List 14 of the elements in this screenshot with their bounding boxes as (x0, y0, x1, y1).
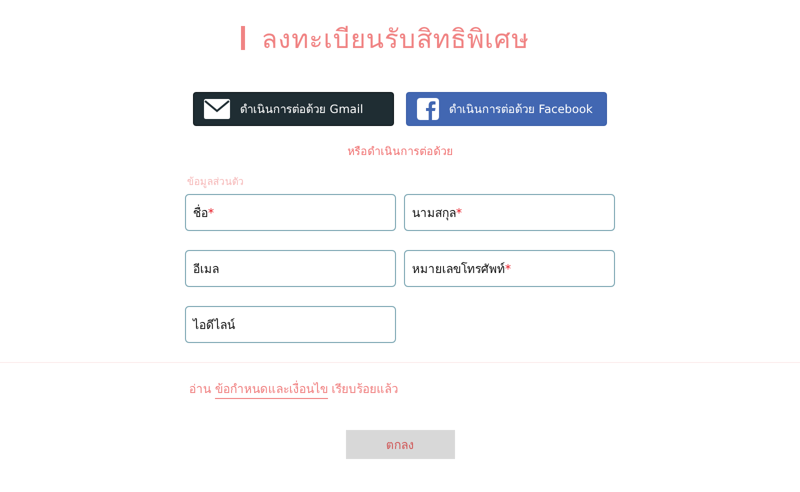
input-field[interactable]: ชื่อ* (185, 194, 396, 231)
terms-text: อ่าน ข้อกำหนดและเงื่อนไข เรียบร้อยแล้ว (185, 379, 615, 398)
input-field[interactable]: ไอดีไลน์ (185, 306, 396, 343)
title-accent-bar (241, 26, 246, 50)
input-field[interactable]: หมายเลขโทรศัพท์* (404, 250, 615, 287)
alternative-text: หรือดำเนินการต่อด้วย (346, 144, 454, 160)
section-label: ข้อมูลส่วนตัว (187, 176, 245, 189)
facebook-button[interactable]: ดำเนินการต่อด้วย Facebook (406, 92, 607, 126)
gmail-button[interactable]: ดำเนินการต่อด้วย Gmail (193, 92, 394, 126)
input-field[interactable]: นามสกุล* (404, 194, 615, 231)
page-title: ลงทะเบียนรับสิทธิพิเศษ (261, 24, 529, 56)
input-field[interactable]: อีเมล (185, 250, 396, 287)
facebook-icon (417, 98, 439, 120)
envelope-icon (204, 99, 230, 119)
